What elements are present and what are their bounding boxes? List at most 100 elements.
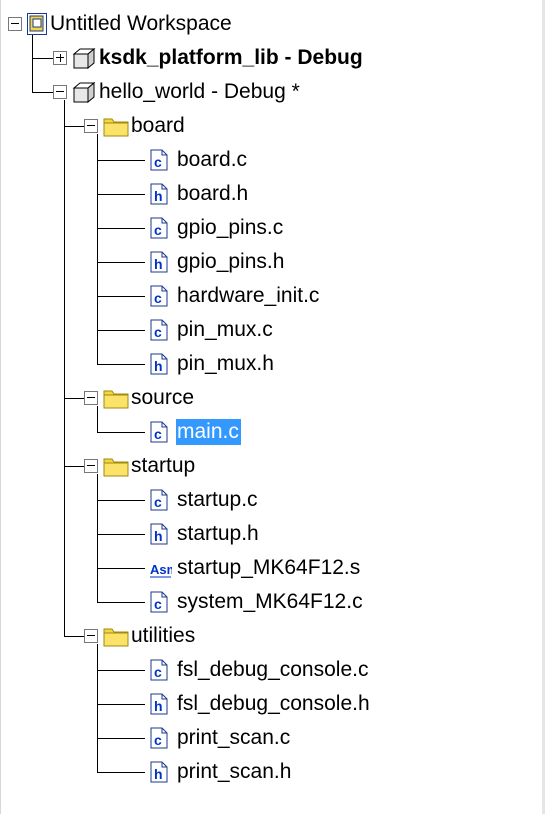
- tree-connector-horizontal: [97, 534, 145, 535]
- svg-text:h: h: [154, 358, 163, 374]
- svg-text:h: h: [154, 698, 163, 714]
- tree-connector-horizontal: [64, 398, 84, 399]
- workspace-tree[interactable]: Untitled Workspace ksdk_platform_lib - De…: [0, 0, 545, 814]
- file-item[interactable]: h print_scan.h: [0, 755, 545, 789]
- tree-connector-horizontal: [97, 432, 145, 433]
- svg-text:c: c: [154, 494, 162, 510]
- file-item[interactable]: c system_MK64F12.c: [0, 585, 545, 619]
- group-label: utilities: [131, 624, 196, 647]
- file-label: gpio_pins.h: [177, 250, 285, 273]
- c-file-icon: c: [150, 727, 168, 754]
- collapse-toggle-icon[interactable]: [84, 119, 98, 133]
- tree-connector-horizontal: [97, 670, 145, 671]
- svg-text:c: c: [154, 664, 162, 680]
- tree-connector-horizontal: [97, 704, 145, 705]
- c-file-icon: c: [150, 591, 168, 618]
- folder-icon: [103, 115, 129, 142]
- collapse-toggle-icon[interactable]: [84, 391, 98, 405]
- tree-connector-vertical: [97, 474, 98, 602]
- svg-text:c: c: [154, 324, 162, 340]
- file-item[interactable]: h board.h: [0, 177, 545, 211]
- c-file-icon: c: [150, 489, 168, 516]
- file-label: pin_mux.h: [177, 352, 274, 375]
- file-item[interactable]: Asm startup_MK64F12.s: [0, 551, 545, 585]
- tree-connector-horizontal: [32, 92, 53, 93]
- folder-icon: [103, 455, 129, 482]
- svg-text:c: c: [154, 154, 162, 170]
- project-label: ksdk_platform_lib - Debug: [99, 46, 363, 69]
- svg-text:c: c: [154, 290, 162, 306]
- group-label: source: [131, 386, 195, 409]
- file-label: hardware_init.c: [177, 284, 320, 307]
- tree-connector-horizontal: [97, 228, 145, 229]
- file-label: fsl_debug_console.c: [177, 658, 369, 681]
- tree-connector-vertical: [97, 134, 98, 364]
- collapse-toggle-icon[interactable]: [84, 629, 98, 643]
- file-item[interactable]: c pin_mux.c: [0, 313, 545, 347]
- svg-text:c: c: [154, 426, 162, 442]
- project-icon: [72, 47, 96, 74]
- tree-connector-horizontal: [97, 602, 145, 603]
- svg-text:c: c: [154, 222, 162, 238]
- project-item[interactable]: ksdk_platform_lib - Debug: [0, 41, 545, 75]
- file-item[interactable]: h fsl_debug_console.h: [0, 687, 545, 721]
- expand-toggle-icon[interactable]: [53, 51, 67, 65]
- file-item[interactable]: h pin_mux.h: [0, 347, 545, 381]
- tree-connector-horizontal: [64, 466, 84, 467]
- tree-connector-vertical: [97, 644, 98, 772]
- svg-text:h: h: [154, 528, 163, 544]
- file-label: board.h: [177, 182, 249, 205]
- workspace-root[interactable]: Untitled Workspace: [0, 7, 545, 41]
- file-item[interactable]: c main.c: [0, 415, 545, 449]
- tree-connector-horizontal: [97, 738, 145, 739]
- panel-left-border: [0, 0, 1, 814]
- folder-icon: [103, 387, 129, 414]
- tree-connector-vertical: [32, 35, 33, 92]
- file-item[interactable]: c gpio_pins.c: [0, 211, 545, 245]
- file-label: fsl_debug_console.h: [177, 692, 370, 715]
- group-label: board: [131, 114, 185, 137]
- header-file-icon: h: [150, 761, 168, 788]
- tree-connector-vertical: [64, 100, 65, 636]
- folder-icon: [103, 625, 129, 652]
- svg-text:h: h: [154, 188, 163, 204]
- tree-connector-horizontal: [32, 58, 53, 59]
- header-file-icon: h: [150, 183, 168, 210]
- svg-text:c: c: [154, 596, 162, 612]
- file-label: startup_MK64F12.s: [177, 556, 361, 579]
- file-item[interactable]: c board.c: [0, 143, 545, 177]
- file-item[interactable]: c startup.c: [0, 483, 545, 517]
- file-label: print_scan.c: [177, 726, 291, 749]
- collapse-toggle-icon[interactable]: [53, 85, 67, 99]
- tree-connector-horizontal: [97, 262, 145, 263]
- svg-text:h: h: [154, 256, 163, 272]
- tree-connector-vertical: [97, 406, 98, 432]
- svg-text:h: h: [154, 766, 163, 782]
- tree-connector-horizontal: [64, 636, 84, 637]
- project-icon: [72, 81, 96, 108]
- file-label: startup.c: [177, 488, 258, 511]
- project-item[interactable]: hello_world - Debug *: [0, 75, 545, 109]
- file-label: startup.h: [177, 522, 259, 545]
- workspace-icon: [27, 13, 47, 40]
- tree-connector-horizontal: [97, 500, 145, 501]
- collapse-toggle-icon[interactable]: [84, 459, 98, 473]
- file-item[interactable]: c fsl_debug_console.c: [0, 653, 545, 687]
- file-label: main.c: [176, 419, 241, 445]
- tree-connector-horizontal: [64, 126, 84, 127]
- svg-text:c: c: [154, 732, 162, 748]
- header-file-icon: h: [150, 251, 168, 278]
- c-file-icon: c: [150, 319, 168, 346]
- file-item[interactable]: c hardware_init.c: [0, 279, 545, 313]
- c-file-icon: c: [150, 149, 168, 176]
- collapse-toggle-icon[interactable]: [8, 17, 22, 31]
- tree-connector-horizontal: [97, 194, 145, 195]
- svg-text:Asm: Asm: [150, 562, 172, 577]
- file-item[interactable]: h gpio_pins.h: [0, 245, 545, 279]
- c-file-icon: c: [150, 285, 168, 312]
- file-item[interactable]: h startup.h: [0, 517, 545, 551]
- file-label: gpio_pins.c: [177, 216, 284, 239]
- file-item[interactable]: c print_scan.c: [0, 721, 545, 755]
- file-label: print_scan.h: [177, 760, 292, 783]
- c-file-icon: c: [150, 421, 168, 448]
